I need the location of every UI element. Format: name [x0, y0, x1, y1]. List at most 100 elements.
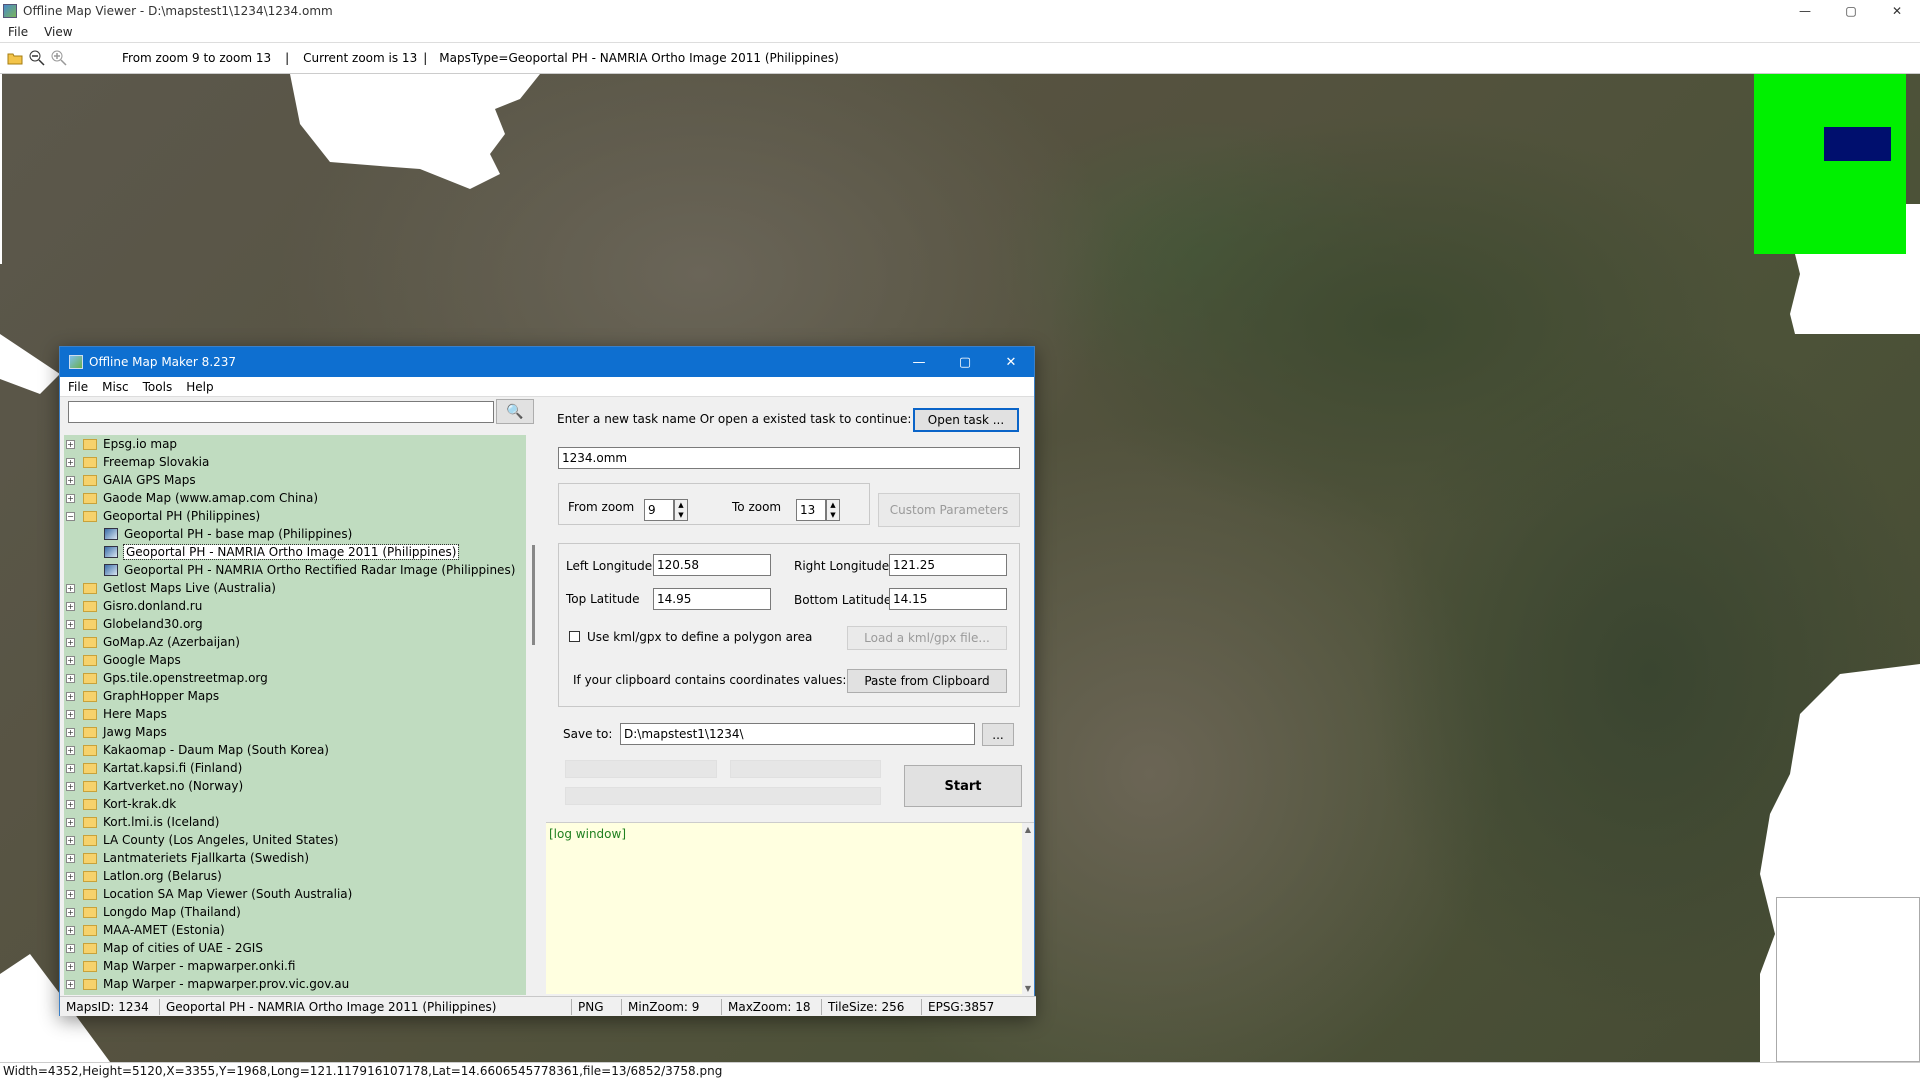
tree-item[interactable]: + Google Maps: [64, 651, 526, 669]
dialog-minimize-button[interactable]: —: [896, 347, 942, 377]
left-longitude-input[interactable]: 120.58: [653, 554, 771, 576]
expand-icon[interactable]: +: [66, 475, 75, 485]
expand-icon[interactable]: +: [66, 871, 75, 881]
tree-item[interactable]: + Map Warper - mapwarper.prov.vic.gov.au: [64, 975, 526, 993]
expand-icon[interactable]: +: [66, 799, 75, 809]
tree-item[interactable]: + Kartat.kapsi.fi (Finland): [64, 759, 526, 777]
tree-item[interactable]: + Map of cities of UAE - 2GIS: [64, 939, 526, 957]
expand-icon[interactable]: +: [66, 817, 75, 827]
tree-item[interactable]: + Latlon.org (Belarus): [64, 867, 526, 885]
expand-icon[interactable]: +: [66, 979, 75, 989]
save-to-input[interactable]: D:\mapstest1\1234\: [620, 723, 975, 745]
expand-icon[interactable]: +: [66, 907, 75, 917]
tree-item[interactable]: + Gisro.donland.ru: [64, 597, 526, 615]
expand-icon[interactable]: +: [66, 439, 75, 449]
dialog-menu-file[interactable]: File: [60, 380, 94, 394]
dialog-menu-misc[interactable]: Misc: [94, 380, 135, 394]
tree-item[interactable]: + Location SA Map Viewer (South Australia…: [64, 885, 526, 903]
tree-item[interactable]: + Map Warper - mapwarper.onki.fi: [64, 957, 526, 975]
expand-icon[interactable]: +: [66, 763, 75, 773]
search-button[interactable]: 🔍: [496, 399, 534, 424]
expand-icon[interactable]: +: [66, 457, 75, 467]
tree-item[interactable]: − Geoportal PH (Philippines): [64, 507, 526, 525]
expand-icon[interactable]: +: [66, 727, 75, 737]
expand-icon[interactable]: +: [66, 925, 75, 935]
tree-item[interactable]: + Kakaomap - Daum Map (South Korea): [64, 741, 526, 759]
expand-icon[interactable]: +: [66, 961, 75, 971]
tree-item[interactable]: + GoMap.Az (Azerbaijan): [64, 633, 526, 651]
tree-item[interactable]: + Gaode Map (www.amap.com China): [64, 489, 526, 507]
tree-item[interactable]: + Jawg Maps: [64, 723, 526, 741]
tree-item[interactable]: + Here Maps: [64, 705, 526, 723]
dialog-maximize-button[interactable]: ▢: [942, 347, 988, 377]
tree-item[interactable]: + GraphHopper Maps: [64, 687, 526, 705]
right-longitude-input[interactable]: 121.25: [889, 554, 1007, 576]
collapse-icon[interactable]: −: [66, 511, 75, 521]
tree-item[interactable]: + Epsg.io map: [64, 435, 526, 453]
menu-file[interactable]: File: [0, 25, 36, 39]
menu-view[interactable]: View: [36, 25, 80, 39]
from-zoom-input[interactable]: 9: [644, 499, 674, 521]
expand-icon[interactable]: +: [66, 601, 75, 611]
expand-icon[interactable]: +: [66, 583, 75, 593]
bottom-latitude-input[interactable]: 14.15: [889, 588, 1007, 610]
minimap[interactable]: [1754, 74, 1906, 254]
minimize-button[interactable]: —: [1782, 0, 1828, 22]
tree-item[interactable]: + Lantmateriets Fjallkarta (Swedish): [64, 849, 526, 867]
tree-item[interactable]: + LA County (Los Angeles, United States): [64, 831, 526, 849]
tree-item[interactable]: Geoportal PH - NAMRIA Ortho Image 2011 (…: [64, 543, 526, 561]
zoom-in-icon[interactable]: [48, 47, 70, 69]
open-folder-icon[interactable]: [4, 47, 26, 69]
tree-item[interactable]: + GAIA GPS Maps: [64, 471, 526, 489]
maximize-button[interactable]: ▢: [1828, 0, 1874, 22]
task-name-input[interactable]: 1234.omm: [558, 447, 1020, 469]
dialog-menu-help[interactable]: Help: [178, 380, 219, 394]
tree-item[interactable]: + Globeland30.org: [64, 615, 526, 633]
scroll-down-icon[interactable]: ▼: [1022, 984, 1034, 993]
tree-item[interactable]: + Kort.lmi.is (Iceland): [64, 813, 526, 831]
log-window[interactable]: [log window] ▲ ▼: [546, 822, 1034, 995]
map-source-tree[interactable]: + Epsg.io map + Freemap Slovakia + GAIA GPS M…: [64, 435, 526, 995]
log-scrollbar[interactable]: ▲ ▼: [1022, 823, 1034, 995]
expand-icon[interactable]: +: [66, 943, 75, 953]
use-kml-checkbox[interactable]: [569, 631, 580, 642]
tree-scrollbar-thumb[interactable]: [532, 545, 535, 645]
to-zoom-input[interactable]: 13: [796, 499, 826, 521]
minimap-viewport[interactable]: [1824, 127, 1891, 161]
load-kml-button[interactable]: Load a kml/gpx file...: [847, 626, 1007, 650]
expand-icon[interactable]: +: [66, 853, 75, 863]
tree-item[interactable]: Geoportal PH - NAMRIA Ortho Rectified Ra…: [64, 561, 526, 579]
expand-icon[interactable]: +: [66, 619, 75, 629]
tree-item[interactable]: + Longdo Map (Thailand): [64, 903, 526, 921]
tree-item[interactable]: + Kartverket.no (Norway): [64, 777, 526, 795]
dialog-close-button[interactable]: ✕: [988, 347, 1034, 377]
map-search-input[interactable]: [68, 401, 494, 423]
to-zoom-stepper[interactable]: ▲ ▼: [826, 499, 840, 521]
tree-item[interactable]: + Kort-krak.dk: [64, 795, 526, 813]
expand-icon[interactable]: +: [66, 889, 75, 899]
dialog-menu-tools[interactable]: Tools: [135, 380, 179, 394]
expand-icon[interactable]: +: [66, 691, 75, 701]
start-button[interactable]: Start: [904, 765, 1022, 807]
expand-icon[interactable]: +: [66, 655, 75, 665]
top-latitude-input[interactable]: 14.95: [653, 588, 771, 610]
tree-item[interactable]: + MAA-AMET (Estonia): [64, 921, 526, 939]
expand-icon[interactable]: +: [66, 493, 75, 503]
tree-item[interactable]: + Getlost Maps Live (Australia): [64, 579, 526, 597]
zoom-out-icon[interactable]: [26, 47, 48, 69]
expand-icon[interactable]: +: [66, 709, 75, 719]
tree-item[interactable]: Geoportal PH - base map (Philippines): [64, 525, 526, 543]
scroll-up-icon[interactable]: ▲: [1022, 825, 1034, 834]
expand-icon[interactable]: +: [66, 745, 75, 755]
expand-icon[interactable]: +: [66, 673, 75, 683]
expand-icon[interactable]: +: [66, 781, 75, 791]
tree-item[interactable]: + Freemap Slovakia: [64, 453, 526, 471]
expand-icon[interactable]: +: [66, 835, 75, 845]
custom-parameters-button[interactable]: Custom Parameters: [878, 493, 1020, 527]
expand-icon[interactable]: +: [66, 637, 75, 647]
from-zoom-stepper[interactable]: ▲ ▼: [674, 499, 688, 521]
paste-clipboard-button[interactable]: Paste from Clipboard: [847, 669, 1007, 693]
close-button[interactable]: ✕: [1874, 0, 1920, 22]
browse-folder-button[interactable]: ...: [982, 723, 1014, 746]
open-task-button[interactable]: Open task ...: [913, 408, 1019, 432]
